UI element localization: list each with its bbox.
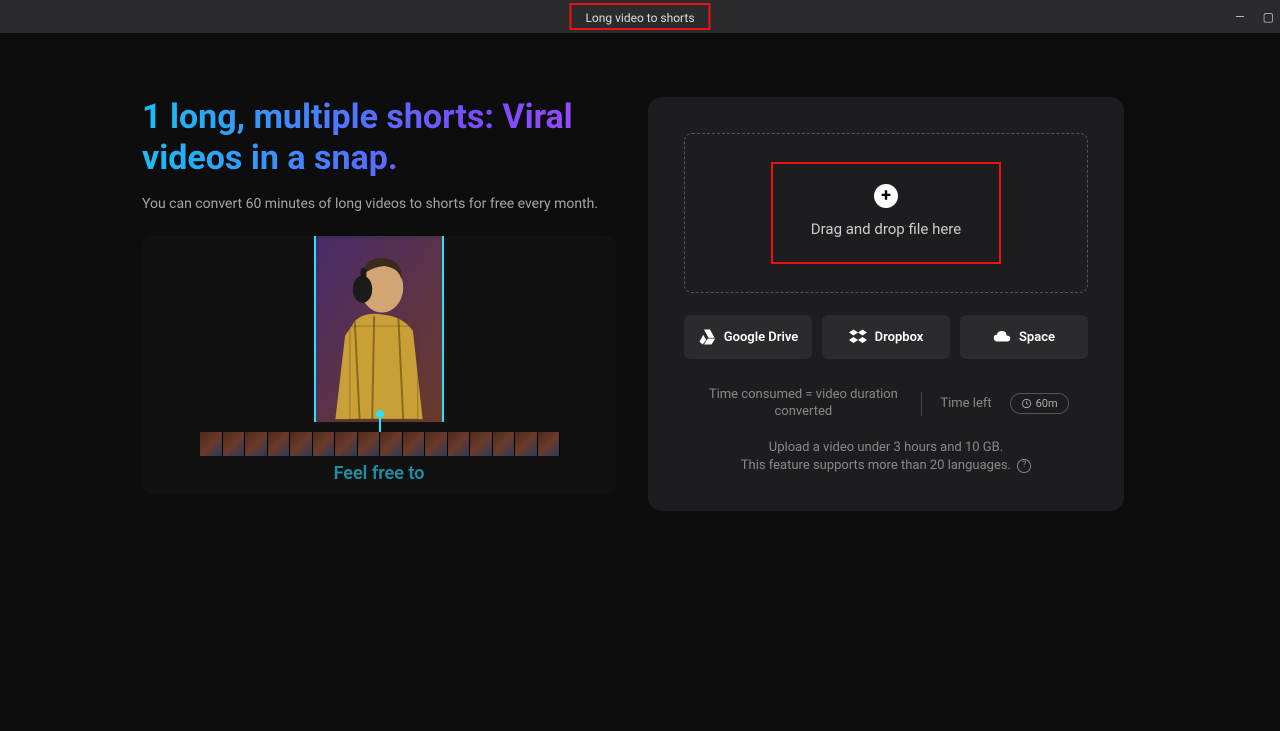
- minimize-button[interactable]: —: [1235, 10, 1244, 24]
- titlebar: Long video to shorts — ▢: [0, 0, 1280, 33]
- cloud-icon: [993, 328, 1011, 346]
- hero-subtext: You can convert 60 minutes of long video…: [142, 195, 616, 215]
- dropzone[interactable]: + Drag and drop file here: [684, 133, 1088, 293]
- limit-line-2: This feature supports more than 20 langu…: [741, 458, 1011, 473]
- upload-panel: + Drag and drop file here Google Drive D…: [648, 97, 1124, 511]
- limit-line-2-wrap: This feature supports more than 20 langu…: [684, 457, 1088, 475]
- preview-caption: Feel free to: [334, 463, 425, 484]
- plus-icon: +: [874, 184, 898, 208]
- drop-highlight-box: + Drag and drop file here: [771, 162, 1001, 264]
- dropzone-text: Drag and drop file here: [811, 220, 961, 238]
- title-highlight-box: Long video to shorts: [569, 3, 710, 30]
- time-left-pill: 60m: [1010, 393, 1069, 414]
- playhead-indicator: [379, 416, 381, 432]
- timeline-strip: [200, 432, 560, 456]
- cloud-sources: Google Drive Dropbox Space: [684, 315, 1088, 359]
- limit-line-1: Upload a video under 3 hours and 10 GB.: [684, 439, 1088, 457]
- help-icon[interactable]: ?: [1017, 459, 1031, 473]
- window-controls: — ▢: [1235, 10, 1274, 24]
- google-drive-label: Google Drive: [724, 330, 799, 345]
- space-label: Space: [1019, 330, 1055, 345]
- time-consumed-text: Time consumed = video duration converted: [703, 387, 903, 421]
- time-info-row: Time consumed = video duration converted…: [684, 387, 1088, 421]
- google-drive-button[interactable]: Google Drive: [684, 315, 812, 359]
- dropbox-label: Dropbox: [875, 330, 924, 345]
- preview-video: Feel free to: [142, 236, 616, 494]
- hero-headline: 1 long, multiple shorts: Viral videos in…: [142, 97, 616, 179]
- dropbox-button[interactable]: Dropbox: [822, 315, 950, 359]
- space-button[interactable]: Space: [960, 315, 1088, 359]
- upload-limits: Upload a video under 3 hours and 10 GB. …: [684, 439, 1088, 475]
- left-column: 1 long, multiple shorts: Viral videos in…: [142, 97, 616, 511]
- preview-frame: [314, 236, 444, 422]
- window-title: Long video to shorts: [585, 11, 694, 25]
- maximize-button[interactable]: ▢: [1263, 10, 1274, 24]
- time-left-value: 60m: [1036, 397, 1058, 410]
- vertical-divider: [921, 392, 922, 416]
- preview-person-illustration: [316, 236, 442, 422]
- time-left-label: Time left: [940, 396, 991, 411]
- dropbox-icon: [849, 328, 867, 346]
- google-drive-icon: [698, 328, 716, 346]
- main-content: 1 long, multiple shorts: Viral videos in…: [0, 33, 1280, 511]
- clock-icon: [1021, 398, 1032, 409]
